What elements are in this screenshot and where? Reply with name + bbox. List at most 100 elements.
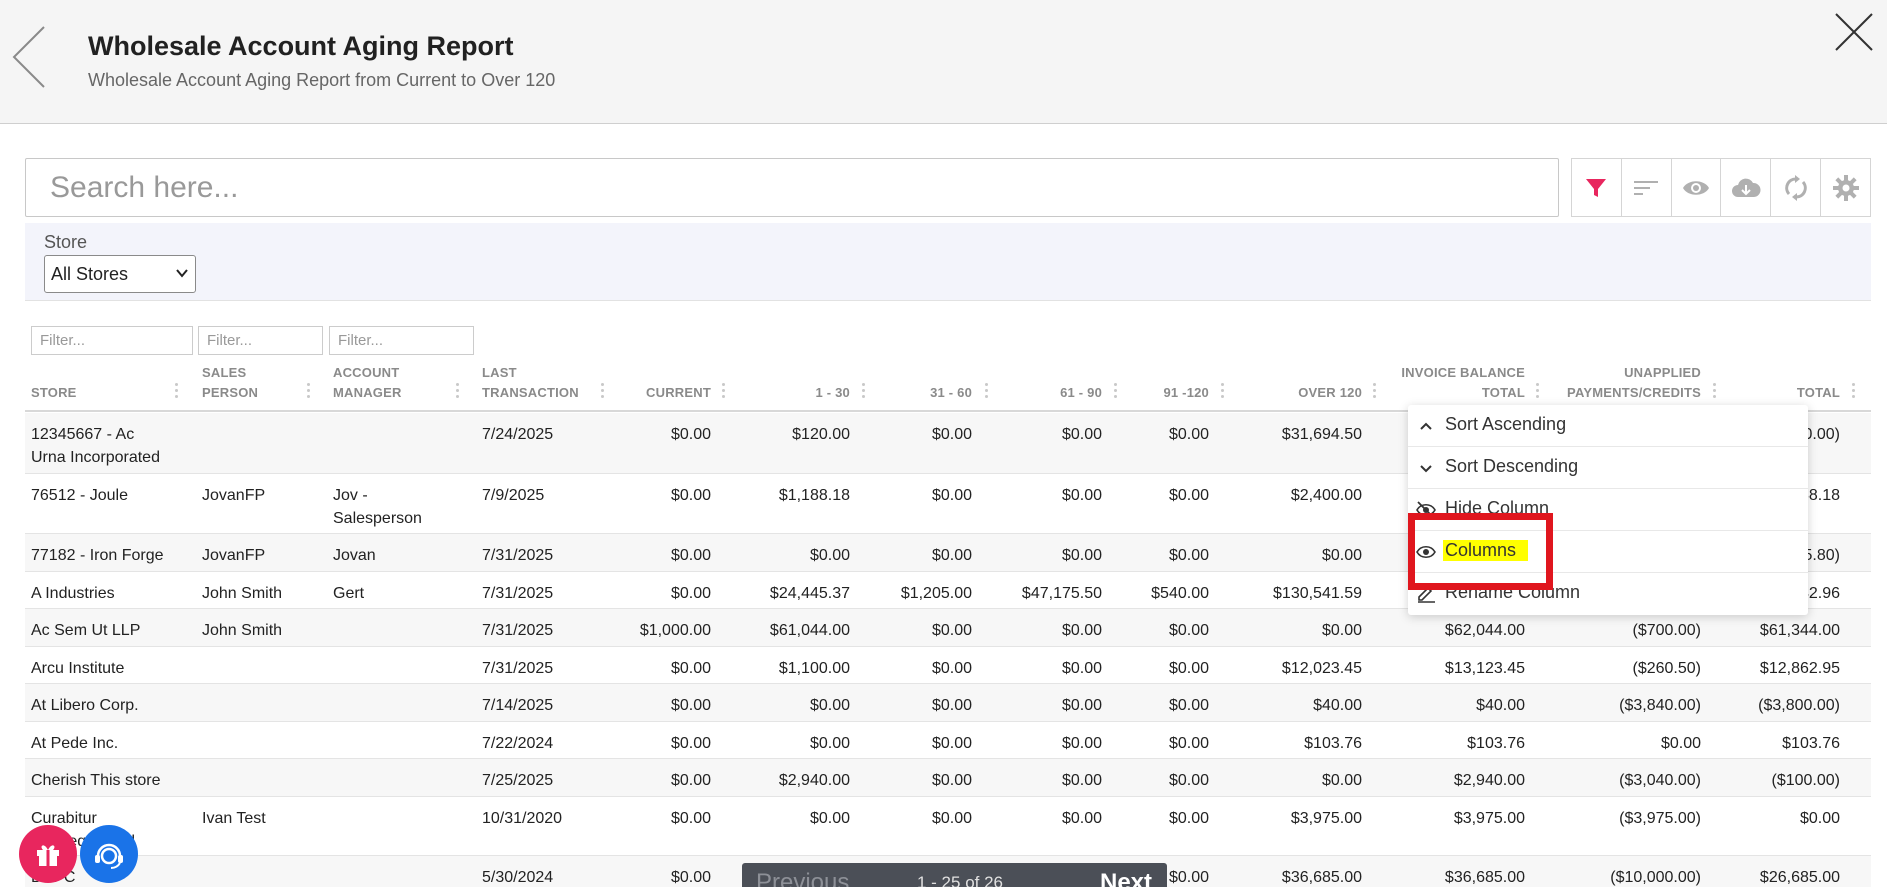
previous-page-button[interactable]: Previous xyxy=(756,869,849,887)
column-header-current[interactable]: CURRENT xyxy=(615,383,711,403)
menu-item-columns[interactable]: Columns xyxy=(1408,531,1808,573)
store-select-value: All Stores xyxy=(51,263,129,284)
store-column-filter[interactable]: Filter... xyxy=(31,326,193,355)
column-resize-handle[interactable] xyxy=(1536,383,1540,405)
table-cell: $0.00 xyxy=(1168,487,1209,504)
column-header-label: 91 -120 xyxy=(1163,385,1209,400)
sort-icon xyxy=(1634,180,1659,195)
sales-person-column-filter[interactable]: Filter... xyxy=(198,326,323,355)
table-toolbar xyxy=(1571,158,1871,217)
column-resize-handle[interactable] xyxy=(175,383,179,405)
table-cell: $0.00 xyxy=(1660,735,1701,752)
column-resize-handle[interactable] xyxy=(307,383,311,405)
table-row[interactable]: At Pede Inc. 7/22/2024 $0.00 $0.00 $0.00 $0.0… xyxy=(25,722,1871,759)
menu-item-label: Sort Ascending xyxy=(1445,414,1567,434)
sort-button[interactable] xyxy=(1622,159,1672,216)
table-cell: $0.00 xyxy=(931,697,972,714)
table-row[interactable]: CurabiturConsequat LtdIvan Test10/31/202… xyxy=(25,797,1871,856)
column-header-invoice-balance[interactable]: INVOICE BALANCE TOTAL xyxy=(1390,363,1525,403)
table-cell: $540.00 xyxy=(1151,585,1209,602)
table-row[interactable]: Arcu Institute 7/31/2025 $0.00 $1,100.00 $0.… xyxy=(25,647,1871,684)
column-resize-handle[interactable] xyxy=(1852,383,1856,405)
column-header-unapplied[interactable]: UNAPPLIED PAYMENTS/CREDITS xyxy=(1547,363,1701,403)
table-cell: ($260.50) xyxy=(1632,660,1702,677)
table-row[interactable]: At Libero Corp. 7/14/2025 $0.00 $0.00 $0.00 $… xyxy=(25,684,1871,722)
table-cell: $120.00 xyxy=(792,426,850,443)
table-cell: ($3,840.00) xyxy=(1619,697,1701,714)
table-cell: ($700.00) xyxy=(1632,622,1702,639)
table-cell: ($100.00) xyxy=(1771,772,1841,789)
support-button[interactable] xyxy=(80,825,138,883)
column-header-store[interactable]: STORE xyxy=(31,383,181,403)
menu-item-label: Hide Column xyxy=(1445,498,1550,518)
column-resize-handle[interactable] xyxy=(1221,383,1225,405)
column-header-sales-person[interactable]: SALES PERSON xyxy=(202,363,312,403)
next-page-button[interactable]: Next xyxy=(1100,869,1152,887)
filter-panel: Store All Stores xyxy=(25,223,1871,301)
settings-button[interactable] xyxy=(1821,159,1870,216)
visibility-button[interactable] xyxy=(1672,159,1722,216)
back-button[interactable] xyxy=(10,24,50,90)
column-header-over120[interactable]: OVER 120 xyxy=(1236,383,1362,403)
store-select[interactable]: All Stores xyxy=(44,255,196,293)
table-cell: JovanFP xyxy=(202,487,266,504)
table-cell: 7/24/2025 xyxy=(482,426,554,443)
eye-icon xyxy=(1683,180,1710,195)
gift-button[interactable] xyxy=(19,825,77,883)
table-cell: 5/30/2024 xyxy=(482,869,554,886)
table-cell: $0.00 xyxy=(1168,622,1209,639)
column-header-d1-30[interactable]: 1 - 30 xyxy=(735,383,850,403)
table-cell: $2,940.00 xyxy=(778,772,850,789)
menu-item-sort-descending[interactable]: Sort Descending xyxy=(1408,447,1808,489)
column-header-label: TOTAL xyxy=(1481,385,1525,400)
download-button[interactable] xyxy=(1721,159,1772,216)
column-resize-handle[interactable] xyxy=(1373,383,1377,405)
table-cell: $40.00 xyxy=(1476,697,1525,714)
table-cell: $2,940.00 xyxy=(1453,772,1525,789)
column-header-d91-120[interactable]: 91 -120 xyxy=(1125,383,1209,403)
table-cell: $0.00 xyxy=(1061,426,1102,443)
table-cell: $0.00 xyxy=(1168,810,1209,827)
column-header-label: INVOICE BALANCE xyxy=(1401,365,1525,380)
search-input[interactable] xyxy=(26,159,1558,216)
column-resize-handle[interactable] xyxy=(1114,383,1118,405)
filter-button[interactable] xyxy=(1572,159,1622,216)
table-cell: $0.00 xyxy=(931,735,972,752)
menu-item-label: Columns xyxy=(1443,540,1529,561)
column-resize-handle[interactable] xyxy=(722,383,726,405)
table-cell: $40.00 xyxy=(1313,697,1362,714)
chevron-down-icon xyxy=(1420,465,1432,473)
table-cell: $3,975.00 xyxy=(1453,810,1525,827)
table-cell: $0.00 xyxy=(1168,697,1209,714)
page-info: 1 - 25 of 26 xyxy=(917,873,1004,887)
table-cell: Arcu Institute xyxy=(31,660,125,677)
column-resize-handle[interactable] xyxy=(1713,383,1717,405)
table-cell: $0.00 xyxy=(670,585,711,602)
page-title: Wholesale Account Aging Report xyxy=(88,31,514,61)
column-header-label: PERSON xyxy=(202,385,259,400)
column-header-d31-60[interactable]: 31 - 60 xyxy=(875,383,972,403)
column-resize-handle[interactable] xyxy=(456,383,460,405)
menu-item-label: Rename Column xyxy=(1445,582,1581,602)
table-cell: $0.00 xyxy=(931,426,972,443)
cloud-download-icon xyxy=(1731,178,1761,197)
menu-item-sort-ascending[interactable]: Sort Ascending xyxy=(1408,405,1808,447)
menu-item-hide-column[interactable]: Hide Column xyxy=(1408,489,1808,531)
table-cell: $0.00 xyxy=(1168,735,1209,752)
table-cell: John Smith xyxy=(202,585,283,602)
close-button[interactable] xyxy=(1834,12,1874,52)
refresh-button[interactable] xyxy=(1771,159,1822,216)
table-cell: $0.00 xyxy=(931,810,972,827)
column-header-d61-90[interactable]: 61 - 90 xyxy=(995,383,1102,403)
close-icon xyxy=(1835,13,1873,51)
column-header-account-manager[interactable]: ACCOUNT MANAGER xyxy=(333,363,453,403)
column-resize-handle[interactable] xyxy=(985,383,989,405)
menu-item-rename-column[interactable]: Rename Column xyxy=(1408,573,1808,615)
column-resize-handle[interactable] xyxy=(862,383,866,405)
column-header-last-transaction[interactable]: LAST TRANSACTION xyxy=(482,363,602,403)
account-manager-column-filter[interactable]: Filter... xyxy=(329,326,474,355)
table-row[interactable]: Cherish This store 7/25/2025 $0.00 $2,940.0… xyxy=(25,759,1871,797)
column-resize-handle[interactable] xyxy=(601,383,605,405)
table-cell: $0.00 xyxy=(670,547,711,564)
column-header-total[interactable]: TOTAL xyxy=(1725,383,1840,403)
